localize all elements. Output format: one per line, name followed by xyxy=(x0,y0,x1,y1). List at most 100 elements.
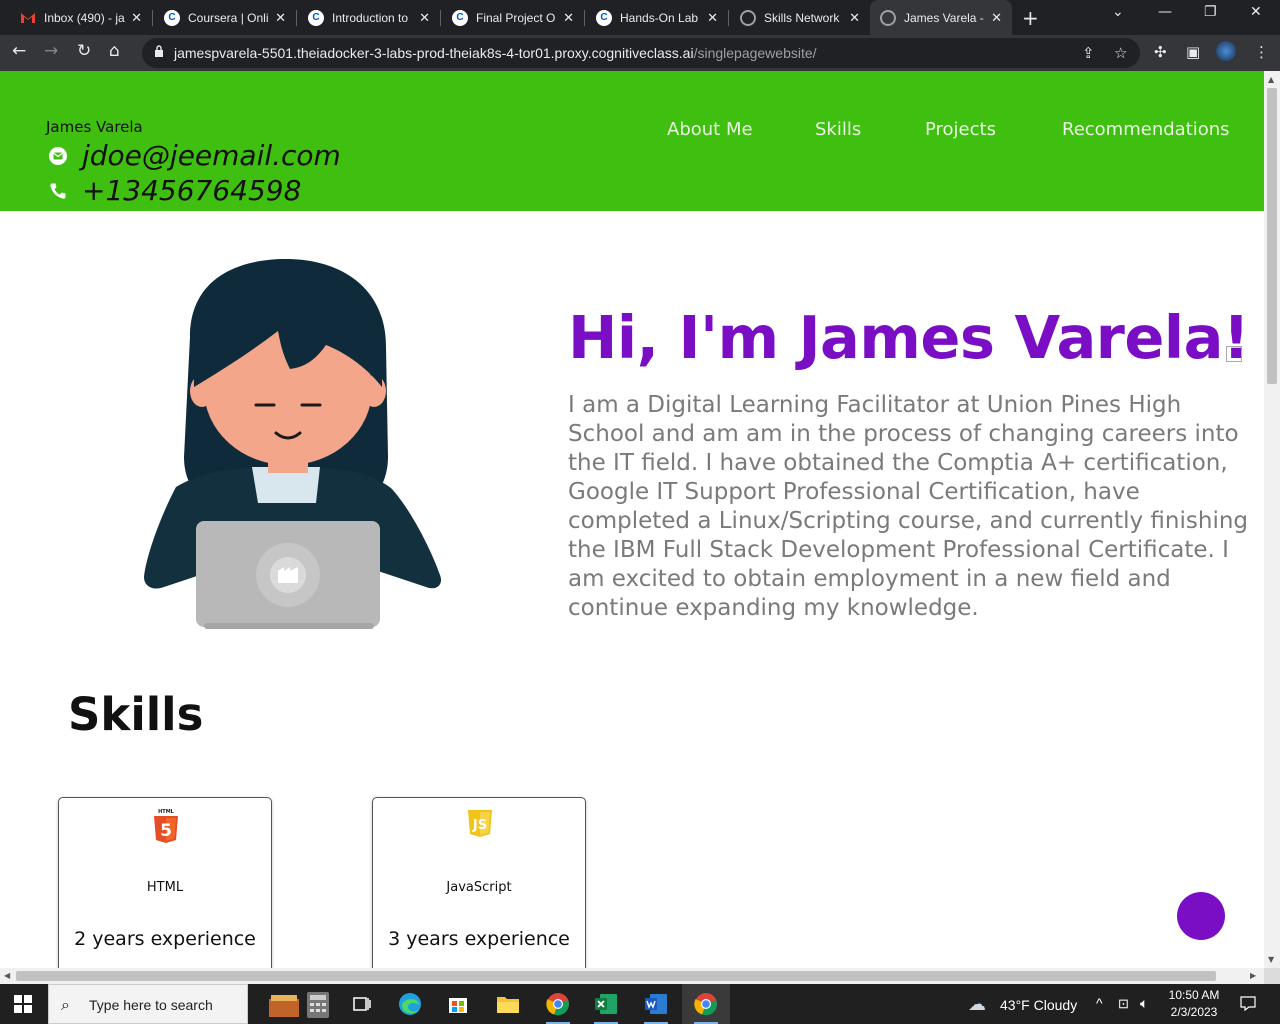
email-contact[interactable]: jdoe@jeemail.com xyxy=(48,139,341,172)
edge-browser-icon[interactable] xyxy=(386,984,434,1024)
globe-icon xyxy=(740,9,756,26)
tab-coursera[interactable]: C Coursera | Onli ✕ xyxy=(154,2,296,33)
excel-icon[interactable] xyxy=(582,984,630,1024)
nav-recommendations[interactable]: Recommendations xyxy=(1062,119,1230,140)
tab-final-project[interactable]: C Final Project O ✕ xyxy=(442,2,584,33)
brand-name: James Varela xyxy=(46,118,143,136)
system-clock[interactable]: 10:50 AM 2/3/2023 xyxy=(1164,987,1224,1021)
site-header: James Varela jdoe@jeemail.com +134567645… xyxy=(0,71,1264,211)
cloud-weather-icon[interactable]: ☁ xyxy=(968,994,986,1015)
skills-heading: Skills xyxy=(68,688,204,741)
nav-about-me[interactable]: About Me xyxy=(667,119,753,140)
close-tab-icon[interactable]: ✕ xyxy=(849,10,860,26)
tab-title: Coursera | Onli xyxy=(188,10,269,25)
scrollbar-thumb[interactable] xyxy=(1267,88,1277,384)
close-tab-icon[interactable]: ✕ xyxy=(991,10,1002,26)
back-arrow-icon[interactable]: ← xyxy=(12,41,26,61)
coursera-icon: C xyxy=(596,9,612,26)
svg-text:JS: JS xyxy=(472,818,487,833)
tab-title: Inbox (490) - ja xyxy=(44,10,125,25)
file-explorer-icon[interactable] xyxy=(484,984,532,1024)
scroll-down-icon[interactable]: ▼ xyxy=(1268,955,1274,964)
nav-projects[interactable]: Projects xyxy=(925,119,996,140)
tab-title: Hands-On Lab xyxy=(620,10,699,25)
floating-action-button[interactable] xyxy=(1177,892,1225,940)
network-icon[interactable]: ⊡ xyxy=(1118,996,1129,1012)
clock-time: 10:50 AM xyxy=(1168,988,1220,1002)
gmail-icon xyxy=(20,10,36,26)
scroll-right-icon[interactable]: ▶ xyxy=(1250,971,1256,980)
skill-card-javascript: JS JavaScript 3 years experience xyxy=(372,797,586,968)
skill-experience: 2 years experience xyxy=(74,928,256,950)
close-window-button[interactable]: ✕ xyxy=(1250,4,1262,20)
forward-arrow-icon[interactable]: → xyxy=(44,41,58,61)
reload-icon[interactable]: ↻ xyxy=(77,41,91,61)
browser-tab-strip: Inbox (490) - ja ✕ C Coursera | Onli ✕ C… xyxy=(0,0,1280,35)
tab-james-varela[interactable]: James Varela - ✕ xyxy=(870,0,1012,35)
chevron-up-icon[interactable]: ^ xyxy=(1096,995,1103,1011)
phone-icon xyxy=(48,181,68,201)
chrome-icon[interactable] xyxy=(534,984,582,1024)
scrollbar-thumb[interactable] xyxy=(16,971,1216,981)
tab-skills-network[interactable]: Skills Network ✕ xyxy=(730,2,870,33)
html5-icon: HTML 5 xyxy=(154,809,178,843)
avatar-illustration xyxy=(144,259,442,629)
scroll-left-icon[interactable]: ◀ xyxy=(4,971,10,980)
search-icon: ⌕ xyxy=(61,995,70,1014)
about-paragraph: I am a Digital Learning Facilitator at U… xyxy=(568,392,1249,621)
tab-gmail[interactable]: Inbox (490) - ja ✕ xyxy=(10,2,152,33)
nav-skills[interactable]: Skills xyxy=(815,119,861,140)
notification-icon[interactable] xyxy=(1240,995,1256,1014)
weather-text[interactable]: 43°F Cloudy xyxy=(1000,997,1077,1013)
profile-avatar[interactable] xyxy=(1216,41,1236,61)
phone-contact[interactable]: +13456764598 xyxy=(48,174,301,207)
browser-toolbar: ← → ↻ ⌂ jamespvarela-5501.theiadocker-3-… xyxy=(0,35,1280,71)
javascript-icon: JS xyxy=(468,810,492,837)
skill-name: HTML xyxy=(146,880,184,895)
skill-name: JavaScript xyxy=(446,880,512,895)
home-icon[interactable]: ⌂ xyxy=(109,41,120,61)
side-panel-icon[interactable]: ▣ xyxy=(1186,43,1200,61)
horizontal-scrollbar[interactable]: ◀ ▶ xyxy=(0,968,1264,984)
close-tab-icon[interactable]: ✕ xyxy=(419,10,430,26)
task-view-icon[interactable] xyxy=(338,984,386,1024)
bookmark-star-icon[interactable]: ☆ xyxy=(1114,44,1127,62)
scroll-up-icon[interactable]: ▲ xyxy=(1268,75,1274,84)
tab-introduction[interactable]: C Introduction to ✕ xyxy=(298,2,440,33)
search-highlight-icon[interactable] xyxy=(258,984,338,1024)
tab-hands-on-lab[interactable]: C Hands-On Lab ✕ xyxy=(586,2,728,33)
taskbar-search-box[interactable]: ⌕ Type here to search xyxy=(48,984,248,1024)
coursera-icon: C xyxy=(308,9,324,26)
new-tab-button[interactable]: + xyxy=(1022,6,1039,30)
skill-card-html: HTML 5 HTML 2 years experience xyxy=(58,797,272,968)
close-tab-icon[interactable]: ✕ xyxy=(707,10,718,26)
envelope-icon xyxy=(48,146,68,166)
microsoft-store-icon[interactable] xyxy=(434,984,482,1024)
windows-start-icon[interactable] xyxy=(14,995,32,1013)
search-placeholder: Type here to search xyxy=(89,997,213,1013)
globe-icon xyxy=(880,9,896,26)
close-tab-icon[interactable]: ✕ xyxy=(275,10,286,26)
svg-text:5: 5 xyxy=(160,821,172,841)
skill-experience: 3 years experience xyxy=(388,928,570,950)
extensions-icon[interactable]: ✣ xyxy=(1154,43,1167,61)
tab-title: Skills Network xyxy=(764,10,840,25)
tab-search-icon[interactable]: ⌄ xyxy=(1112,4,1124,20)
email-text: jdoe@jeemail.com xyxy=(82,139,341,172)
address-bar[interactable]: jamespvarela-5501.theiadocker-3-labs-pro… xyxy=(142,38,1140,68)
vertical-scrollbar[interactable]: ▲ ▼ xyxy=(1264,71,1280,968)
phone-text: +13456764598 xyxy=(82,174,302,207)
chrome-active-icon[interactable] xyxy=(682,984,730,1024)
close-tab-icon[interactable]: ✕ xyxy=(131,10,142,26)
close-tab-icon[interactable]: ✕ xyxy=(563,10,574,26)
word-icon[interactable] xyxy=(632,984,680,1024)
tab-title: James Varela - xyxy=(904,10,984,25)
minimize-button[interactable]: — xyxy=(1158,4,1172,20)
menu-kebab-icon[interactable]: ⋮ xyxy=(1254,43,1269,61)
restore-button[interactable]: ❐ xyxy=(1204,4,1217,20)
lock-icon[interactable] xyxy=(154,45,164,57)
svg-text:HTML: HTML xyxy=(158,809,175,815)
url-text: jamespvarela-5501.theiadocker-3-labs-pro… xyxy=(174,45,817,61)
share-icon[interactable]: ⇪ xyxy=(1082,44,1095,62)
volume-icon[interactable]: 🔈︎ xyxy=(1140,995,1148,1012)
